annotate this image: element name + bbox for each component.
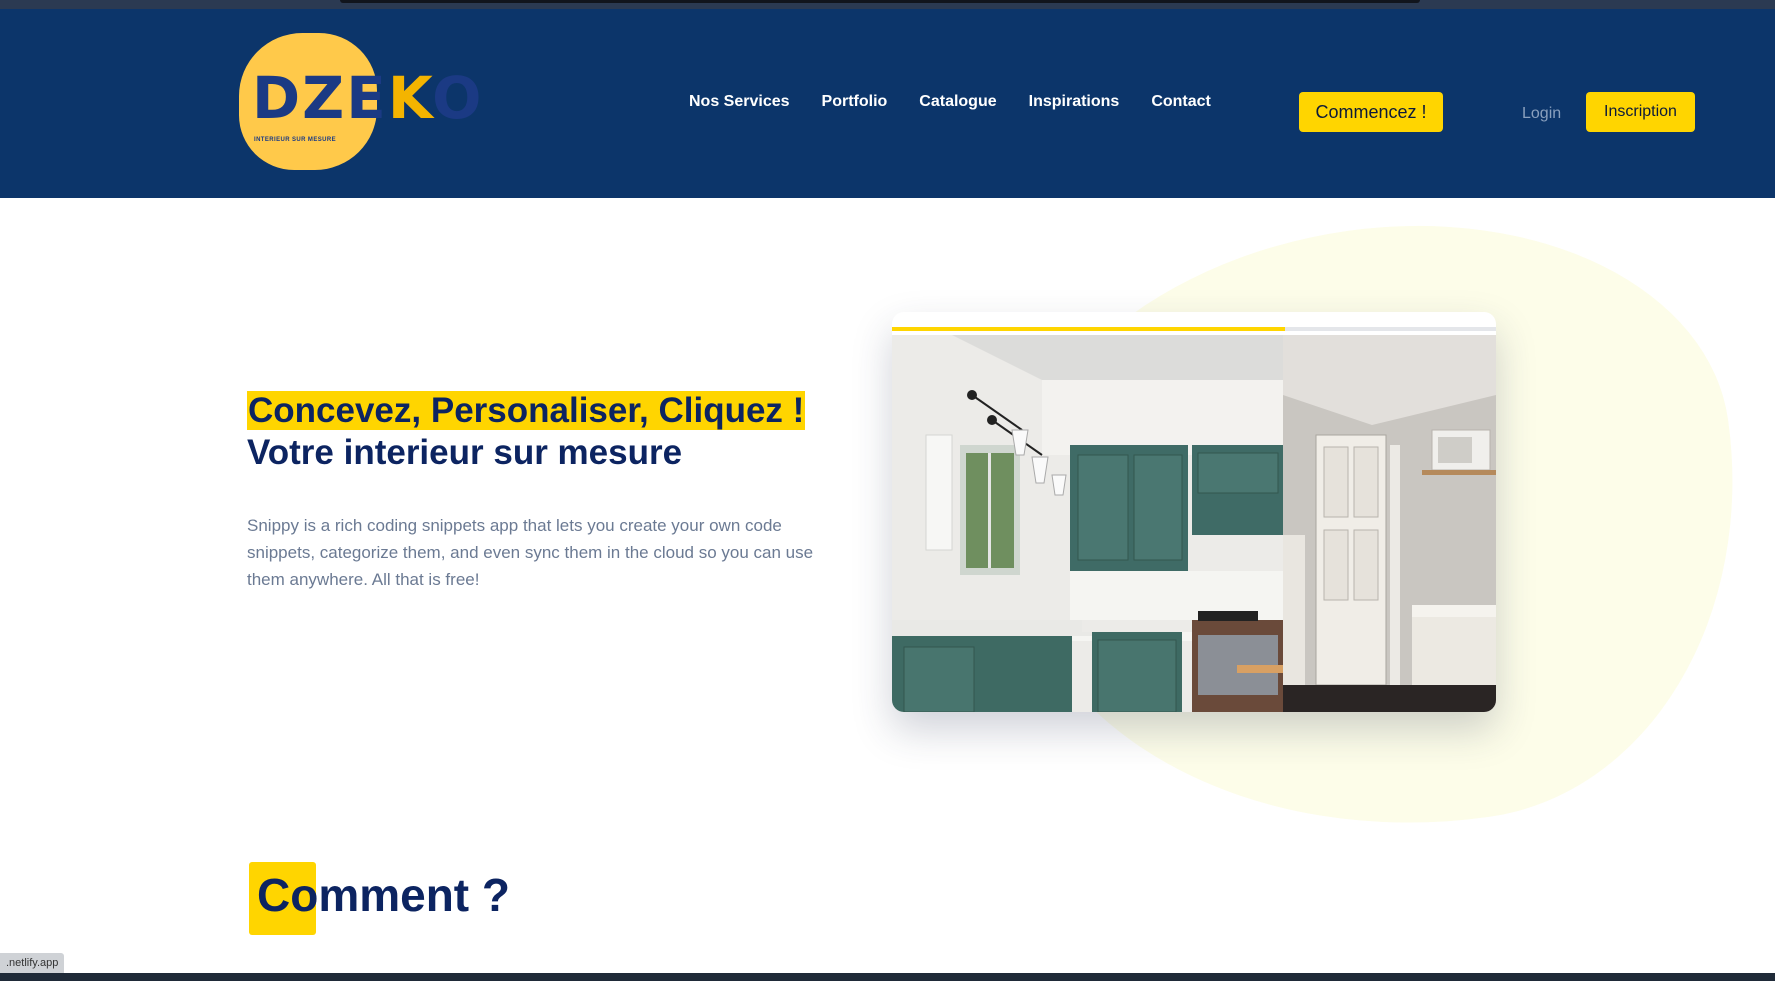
nav-link-inspirations[interactable]: Inspirations: [1029, 93, 1120, 111]
site-header: DZEKO INTERIEUR SUR MESURE Nos Services …: [0, 9, 1775, 198]
kitchen-illustration: [892, 335, 1496, 712]
login-link[interactable]: Login: [1522, 105, 1561, 123]
browser-status-url: .netlify.app: [0, 953, 65, 974]
site-logo[interactable]: DZEKO INTERIEUR SUR MESURE: [238, 33, 481, 179]
logo-wordmark: DZEKO: [252, 64, 484, 132]
signup-button[interactable]: Inscription: [1586, 92, 1695, 132]
start-button[interactable]: Commencez !: [1299, 92, 1443, 132]
browser-top-strip: [0, 0, 1775, 9]
main-nav: Nos Services Portfolio Catalogue Inspira…: [689, 93, 1243, 111]
browser-bottom-strip: [0, 973, 1775, 981]
hero-description: Snippy is a rich coding snippets app tha…: [247, 516, 814, 589]
carousel-progress-bar: [892, 327, 1496, 331]
hero-title: Concevez, Personaliser, Cliquez ! Votre …: [247, 390, 806, 474]
nav-link-portfolio[interactable]: Portfolio: [822, 93, 888, 111]
kitchen-photo: [892, 335, 1496, 712]
carousel-progress-fill: [892, 327, 1285, 331]
nav-link-catalogue[interactable]: Catalogue: [919, 93, 996, 111]
nav-link-nos-services[interactable]: Nos Services: [689, 93, 790, 111]
section-title: Comment ?: [257, 869, 510, 921]
hero-image-carousel[interactable]: [892, 312, 1496, 712]
nav-link-contact[interactable]: Contact: [1151, 93, 1211, 111]
hero-title-highlight: Concevez, Personaliser, Cliquez !: [247, 391, 806, 430]
browser-tab-bar: [340, 0, 1420, 3]
logo-tagline: INTERIEUR SUR MESURE: [254, 137, 337, 143]
hero-title-line2: Votre interieur sur mesure: [247, 433, 683, 472]
